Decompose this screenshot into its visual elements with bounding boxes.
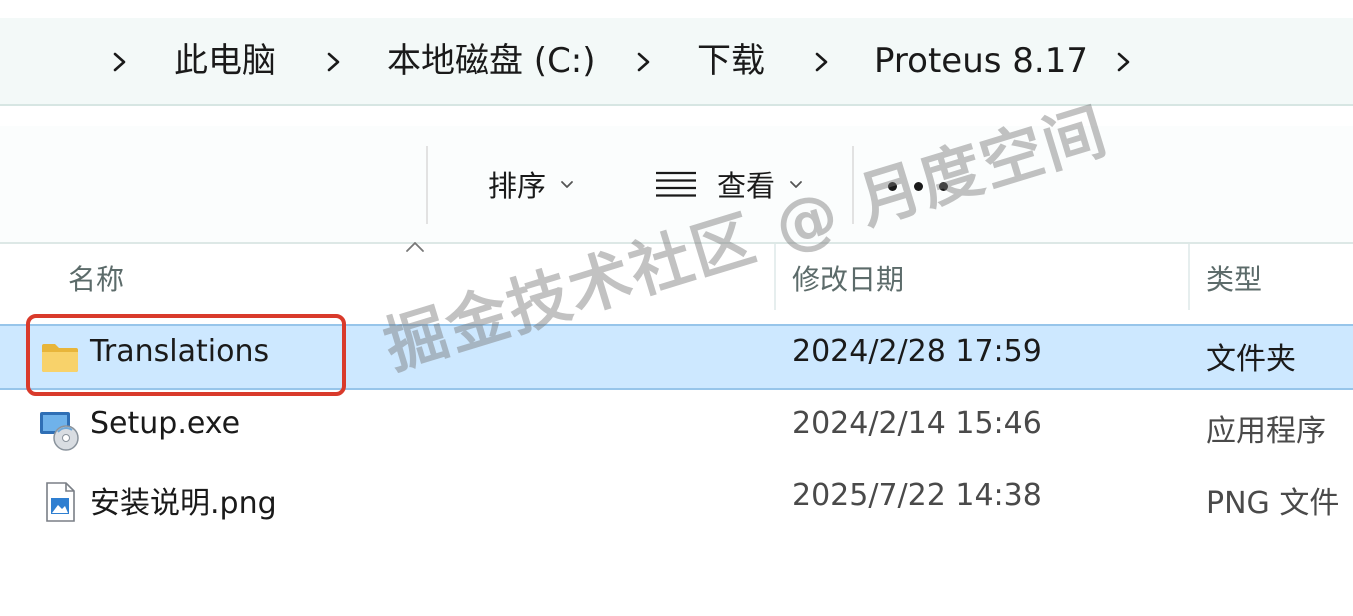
chevron-down-icon: [558, 175, 576, 193]
file-type: PNG 文件: [1206, 486, 1340, 521]
column-resize-handle[interactable]: [1188, 244, 1190, 310]
chevron-right-icon[interactable]: [804, 42, 840, 82]
chevron-right-icon[interactable]: [1106, 42, 1142, 82]
list-view-icon: [655, 170, 697, 198]
table-row[interactable]: Setup.exe 2024/2/14 15:46 应用程序: [0, 398, 1353, 460]
file-modified: 2024/2/14 15:46: [792, 406, 1042, 441]
installer-icon: [38, 408, 82, 452]
chevron-right-icon[interactable]: [316, 42, 352, 82]
file-type: 应用程序: [1206, 414, 1326, 449]
file-name[interactable]: Setup.exe: [90, 406, 240, 441]
column-header-name[interactable]: 名称: [68, 258, 124, 298]
column-header-type[interactable]: 类型: [1206, 258, 1262, 298]
file-name[interactable]: 安装说明.png: [90, 478, 277, 522]
column-header-modified[interactable]: 修改日期: [792, 258, 904, 298]
file-modified: 2024/2/28 17:59: [792, 334, 1042, 369]
breadcrumb-item-local-disk[interactable]: 本地磁盘 (C:): [387, 38, 596, 84]
file-modified: 2025/7/22 14:38: [792, 478, 1042, 513]
highlight-annotation-box: [26, 314, 346, 396]
toolbar-separator: [426, 146, 428, 224]
breadcrumb-item-downloads[interactable]: 下载: [697, 38, 765, 84]
chevron-right-icon[interactable]: [102, 42, 138, 82]
file-type: 文件夹: [1206, 342, 1296, 377]
breadcrumb-item-this-pc[interactable]: 此电脑: [174, 38, 276, 84]
breadcrumb-item-proteus[interactable]: Proteus 8.17: [874, 38, 1088, 84]
image-file-icon: [38, 480, 82, 524]
table-row[interactable]: 安装说明.png 2025/7/22 14:38 PNG 文件: [0, 470, 1353, 532]
sort-label: 排序: [488, 169, 547, 203]
sort-button[interactable]: 排序: [488, 156, 576, 212]
chevron-right-icon[interactable]: [626, 42, 662, 82]
address-bar-top-strip: [0, 0, 1353, 18]
